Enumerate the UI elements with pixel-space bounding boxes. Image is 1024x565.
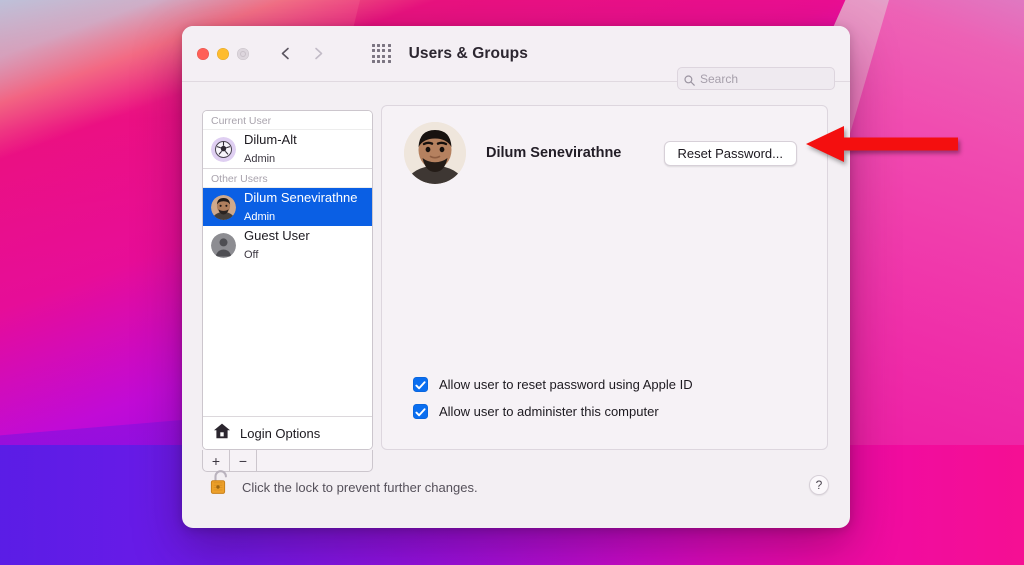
list-item-selected[interactable]: Dilum Senevirathne Admin [203,188,372,226]
reset-password-button[interactable]: Reset Password... [663,140,797,166]
help-button[interactable]: ? [809,475,829,495]
user-role: Admin [244,211,276,223]
sidebar-item-login-options[interactable]: Login Options [203,416,372,449]
generic-person-avatar [211,232,236,258]
all-preferences-grid-icon[interactable] [372,44,391,63]
minimize-icon[interactable] [217,47,229,60]
avatar[interactable] [404,122,466,184]
red-left-arrow-icon [806,124,958,164]
list-item[interactable]: Guest User Off [203,226,372,264]
account-header: Dilum Senevirathne Reset Password... [382,106,827,184]
lock-message: Click the lock to prevent further change… [242,480,478,495]
user-name: Dilum-Alt [244,132,297,148]
page-title: Users & Groups [408,44,528,62]
close-icon[interactable] [197,47,209,60]
traffic-light-buttons [197,47,249,60]
window-body: Current User Dilum-Alt Admin Other Users [182,82,850,528]
group-header-other-users: Other Users [203,168,372,188]
option-row-administer-computer[interactable]: Allow user to administer this computer [413,404,693,419]
group-header-current-user: Current User [203,111,372,130]
soccer-ball-avatar [211,136,236,162]
account-options: Allow user to reset password using Apple… [413,377,693,431]
list-item-text: Guest User Off [244,227,310,263]
zoom-icon [237,47,249,60]
toolbar-navigation [279,44,391,63]
users-and-groups-window: Users & Groups Current User [182,26,850,528]
list-item-text: Dilum Senevirathne Admin [244,189,357,225]
list-item[interactable]: Dilum-Alt Admin [203,130,372,168]
unlocked-padlock-icon[interactable] [208,468,234,503]
checkbox-checked-icon[interactable] [413,377,428,392]
user-role: Admin [244,153,276,165]
option-label: Allow user to reset password using Apple… [439,377,693,392]
option-row-apple-id-reset[interactable]: Allow user to reset password using Apple… [413,377,693,392]
account-detail-panel: Dilum Senevirathne Reset Password... All… [381,105,828,450]
account-name: Dilum Senevirathne [486,145,622,161]
option-label: Allow user to administer this computer [439,404,659,419]
lock-bar: Click the lock to prevent further change… [182,460,850,528]
home-icon [213,422,231,445]
user-role: Off [244,249,259,261]
checkbox-checked-icon[interactable] [413,404,428,419]
list-item-text: Dilum-Alt Admin [244,131,297,167]
window-toolbar: Users & Groups [182,26,850,90]
forward-chevron-icon [312,47,325,60]
photo-avatar [211,194,236,220]
back-chevron-icon[interactable] [279,47,292,60]
user-name: Guest User [244,228,310,244]
login-options-label: Login Options [240,425,321,441]
users-list: Current User Dilum-Alt Admin Other Users [202,110,373,450]
user-name: Dilum Senevirathne [244,190,358,206]
